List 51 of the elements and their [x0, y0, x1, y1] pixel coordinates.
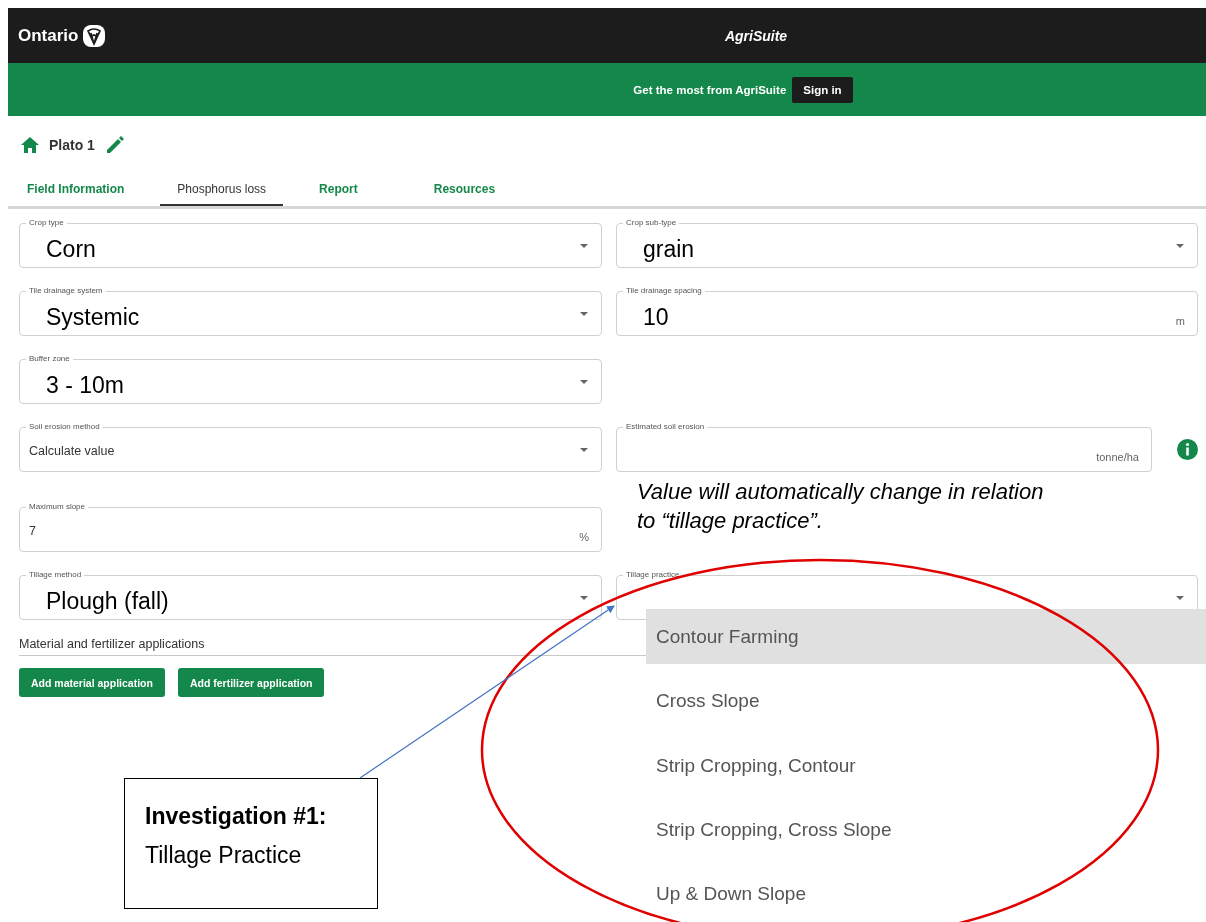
tab[interactable]: Field Information [19, 174, 133, 206]
field-label: Tillage method [26, 570, 85, 579]
add-application-button[interactable]: Add material application [19, 668, 165, 697]
app-title: AgriSuite [724, 27, 788, 44]
field-value: 3 - 10m [46, 371, 124, 400]
home-icon[interactable] [21, 137, 39, 153]
field-value: grain [643, 235, 695, 264]
field-label: Buffer zone [26, 354, 73, 363]
field-value: Systemic [46, 303, 140, 332]
field-label: Crop type [26, 218, 67, 227]
info-icon[interactable] [1177, 439, 1198, 460]
field-label: Tile drainage system [26, 286, 106, 295]
caret-icon [580, 596, 588, 600]
field-value: Corn [46, 235, 96, 264]
unit-text: tonne/ha [1096, 451, 1139, 463]
caret-icon [580, 448, 588, 452]
menu-option[interactable]: Strip Cropping, Cross Slope [646, 802, 1206, 858]
annotation-note: Value will automatically change in relation to “tillage practice”. [636, 478, 1045, 535]
field-label: Estimated soil erosion [623, 422, 708, 431]
field-value: Plough (fall) [46, 587, 169, 616]
caret-icon [1176, 596, 1184, 600]
field-value: 10 [643, 303, 669, 332]
callout-title: Investigation #1: [145, 802, 328, 831]
caret-icon [580, 380, 588, 384]
trillium-logo-icon [82, 23, 107, 48]
menu-option[interactable]: Up & Down Slope [646, 866, 1206, 922]
field-label: Crop sub-type [623, 218, 680, 227]
add-application-button[interactable]: Add fertilizer application [177, 668, 325, 697]
unit-text: % [579, 531, 589, 543]
field-value: 7 [29, 524, 36, 538]
menu-option[interactable]: Contour Farming [646, 609, 1206, 665]
pencil-icon[interactable] [104, 135, 125, 155]
field-name: Plato 1 [49, 137, 95, 153]
caret-icon [580, 244, 588, 248]
banner-text: Get the most from AgriSuite [633, 83, 787, 96]
field-label: Soil erosion method [26, 422, 103, 431]
caret-icon [1176, 244, 1184, 248]
tab[interactable]: Phosphorus loss [160, 174, 284, 206]
tab[interactable]: Resources [425, 174, 504, 206]
menu-option[interactable]: Strip Cropping, Contour [646, 737, 1206, 794]
callout-text: Tillage Practice [145, 842, 302, 868]
field-label: Maximum slope [26, 502, 88, 511]
caret-icon [580, 312, 588, 316]
field-label: Tillage practice [623, 570, 683, 579]
menu-option[interactable]: Cross Slope [646, 673, 1206, 729]
sign-in-button[interactable]: Sign in [792, 76, 853, 103]
field-value: Calculate value [29, 444, 115, 458]
unit-text: m [1175, 315, 1185, 327]
logo-text: Ontario [18, 25, 79, 46]
field-label: Tile drainage spacing [623, 286, 705, 295]
tab[interactable]: Report [311, 174, 366, 206]
